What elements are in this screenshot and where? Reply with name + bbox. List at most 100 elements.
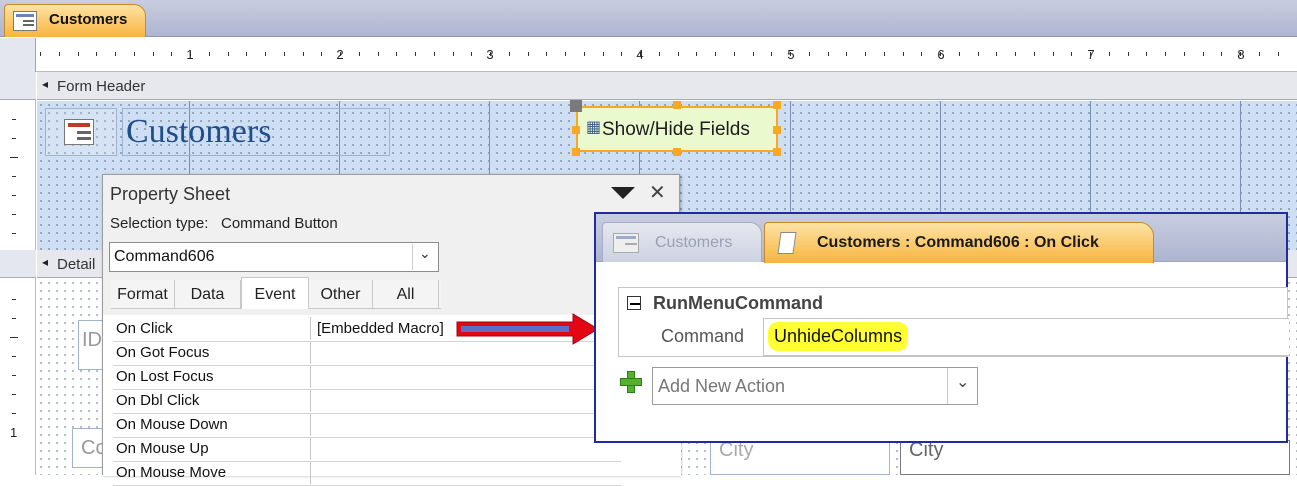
property-label: On Got Focus — [113, 341, 311, 364]
close-icon[interactable]: ✕ — [649, 180, 666, 204]
macro-tab-customers[interactable]: Customers — [602, 222, 762, 262]
command-argument-input[interactable]: UnhideColumns — [763, 318, 1289, 356]
move-handle[interactable] — [570, 100, 582, 112]
ruler-tick — [115, 52, 116, 56]
property-row-on-mouse-move[interactable]: On Mouse Move — [113, 461, 621, 486]
ruler-tick — [1034, 52, 1035, 56]
ruler-tick — [453, 52, 454, 56]
ruler-number: 2 — [336, 47, 344, 62]
property-row-on-mouse-up[interactable]: On Mouse Up — [113, 437, 621, 462]
ruler-tick — [865, 52, 866, 56]
selection-type-label: Selection type: — [110, 215, 209, 232]
ruler-tick — [171, 52, 172, 56]
add-new-action-select[interactable]: Add New Action ⌄ — [652, 367, 978, 405]
tab-label: Format — [117, 286, 168, 303]
form-header-label: Form Header — [57, 78, 146, 95]
ruler-tick — [1184, 52, 1185, 56]
chevron-down-icon[interactable]: ⌄ — [412, 244, 437, 270]
ruler-number: 1 — [186, 47, 194, 62]
tab-event[interactable]: Event — [241, 277, 309, 309]
form-icon — [13, 11, 37, 31]
resize-handle[interactable] — [572, 126, 580, 134]
resize-handle[interactable] — [773, 148, 781, 156]
document-tab-title: Customers — [49, 11, 128, 28]
title-label[interactable]: Customers — [122, 108, 390, 156]
show-hide-fields-button[interactable]: ▦ Show/Hide Fields — [576, 106, 778, 152]
section-selector[interactable] — [0, 250, 36, 278]
resize-handle[interactable] — [773, 126, 781, 134]
ruler-tick — [753, 52, 754, 56]
ruler-tick — [284, 52, 285, 56]
property-value[interactable] — [315, 365, 615, 388]
resize-handle[interactable] — [673, 148, 681, 156]
ruler-tick — [1128, 52, 1129, 56]
macro-tab-customers-label: Customers — [655, 234, 733, 251]
macro-action-block[interactable]: RunMenuCommand Command UnhideColumns — [618, 287, 1289, 357]
resize-handle[interactable] — [572, 148, 580, 156]
logo-control[interactable] — [45, 108, 117, 156]
document-tab[interactable]: Customers — [4, 4, 146, 37]
ruler-tick — [659, 52, 660, 56]
collapse-minus-icon[interactable] — [627, 296, 641, 310]
ruler-tick — [734, 52, 735, 56]
resize-handle[interactable] — [773, 101, 781, 109]
ruler-number: 3 — [486, 47, 494, 62]
dropdown-arrow-icon[interactable] — [611, 187, 635, 199]
add-action-icon[interactable] — [620, 371, 642, 393]
ruler-tick — [903, 52, 904, 56]
property-label: On Dbl Click — [113, 389, 311, 412]
property-row-on-dbl-click[interactable]: On Dbl Click — [113, 389, 621, 414]
property-value[interactable] — [315, 413, 615, 436]
tab-all[interactable]: All — [373, 280, 439, 308]
property-label: On Lost Focus — [113, 365, 311, 388]
command-argument-label: Command — [661, 326, 745, 346]
property-row-on-mouse-down[interactable]: On Mouse Down — [113, 413, 621, 438]
property-label: On Mouse Move — [113, 461, 311, 484]
ruler-tick — [153, 52, 154, 56]
ruler-tick — [546, 52, 547, 56]
ruler-tick — [321, 52, 322, 56]
collapse-arrow-icon: ◂ — [42, 255, 49, 269]
tab-data[interactable]: Data — [175, 280, 241, 308]
city-label-control[interactable]: City — [710, 439, 890, 475]
ruler-tick — [434, 52, 435, 56]
resize-handle[interactable] — [673, 101, 681, 109]
show-hide-fields-label: Show/Hide Fields — [602, 119, 750, 140]
property-value[interactable] — [315, 389, 615, 412]
document-tab-bar — [0, 0, 1297, 37]
ruler-tick — [828, 52, 829, 56]
ruler-tick — [528, 52, 529, 56]
object-select[interactable]: Command606 ⌄ — [109, 242, 439, 272]
macro-tab-on-click[interactable]: Customers : Command606 : On Click — [764, 222, 1154, 263]
ruler-corner — [0, 38, 36, 72]
form-header-bar[interactable]: ◂ Form Header — [37, 72, 1297, 100]
ruler-tick — [978, 52, 979, 56]
property-value[interactable] — [315, 437, 615, 460]
ruler-number: 8 — [1237, 47, 1245, 62]
property-row-on-lost-focus[interactable]: On Lost Focus — [113, 365, 621, 390]
ruler-tick — [809, 52, 810, 56]
form-icon — [613, 233, 639, 253]
ruler-tick — [846, 52, 847, 56]
vertical-ruler-number: 1 — [10, 425, 18, 440]
tab-format[interactable]: Format — [111, 280, 175, 308]
macro-action-name: RunMenuCommand — [653, 293, 823, 313]
ruler-tick — [996, 52, 997, 56]
tab-other[interactable]: Other — [309, 280, 373, 308]
ruler-tick — [96, 52, 97, 56]
section-selector[interactable] — [0, 72, 36, 100]
command-argument-value: UnhideColumns — [768, 322, 909, 351]
property-value[interactable] — [315, 461, 615, 484]
ruler-tick — [78, 52, 79, 56]
ruler-tick — [884, 52, 885, 56]
city-field-control[interactable]: City — [900, 439, 1290, 475]
form-logo-icon — [64, 119, 94, 145]
ruler-tick — [715, 52, 716, 56]
ruler-tick — [1053, 52, 1054, 56]
ruler-tick — [40, 52, 41, 56]
ruler-tick — [265, 52, 266, 56]
ruler-tick — [621, 52, 622, 56]
ruler-tick — [471, 52, 472, 56]
chevron-down-icon[interactable]: ⌄ — [947, 368, 977, 404]
tab-label: Data — [190, 286, 225, 303]
